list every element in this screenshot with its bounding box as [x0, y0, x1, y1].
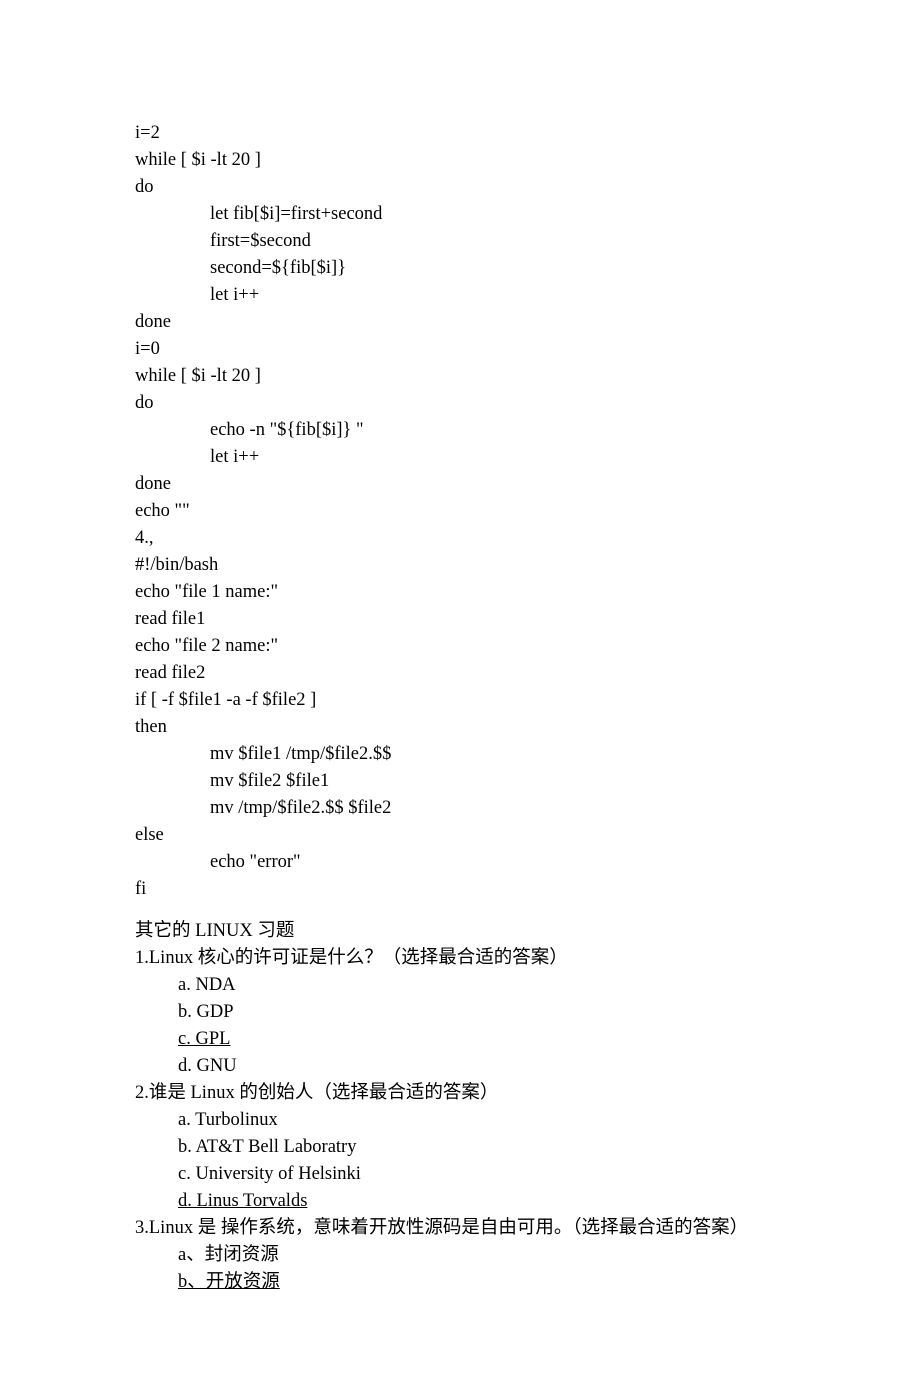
question-3: 3.Linux 是 操作系统，意味着开放性源码是自由可用。（选择最合适的答案）	[135, 1215, 785, 1242]
question-2: 2.谁是 Linux 的创始人（选择最合适的答案）	[135, 1080, 785, 1107]
code-line: do	[135, 174, 785, 201]
option-1a: a. NDA	[135, 972, 785, 999]
option-2d-answer: d. Linus Torvalds	[135, 1188, 785, 1215]
code-line: echo ""	[135, 498, 785, 525]
code-line: mv $file2 $file1	[135, 768, 785, 795]
code-line: let i++	[135, 444, 785, 471]
heading-text-en: LINUX	[195, 921, 257, 941]
option-2c: c. University of Helsinki	[135, 1161, 785, 1188]
code-line: echo "file 1 name:"	[135, 579, 785, 606]
code-line: do	[135, 390, 785, 417]
code-line: let fib[$i]=first+second	[135, 201, 785, 228]
code-line: mv $file1 /tmp/$file2.$$	[135, 741, 785, 768]
code-line: let i++	[135, 282, 785, 309]
code-line: i=2	[135, 120, 785, 147]
code-line: #!/bin/bash	[135, 552, 785, 579]
code-line: while [ $i -lt 20 ]	[135, 363, 785, 390]
question-1: 1.Linux 核心的许可证是什么？（选择最合适的答案）	[135, 945, 785, 972]
code-line: done	[135, 309, 785, 336]
code-line: second=${fib[$i]}	[135, 255, 785, 282]
code-line: else	[135, 822, 785, 849]
section-heading: 其它的 LINUX 习题	[135, 918, 785, 945]
heading-text-zh2: 习题	[257, 921, 294, 941]
option-1b: b. GDP	[135, 999, 785, 1026]
document-page: i=2 while [ $i -lt 20 ] do let fib[$i]=f…	[0, 0, 920, 1376]
code-line: echo "file 2 name:"	[135, 633, 785, 660]
option-3a: a、封闭资源	[135, 1242, 785, 1269]
code-line: 4.,	[135, 525, 785, 552]
code-line: read file2	[135, 660, 785, 687]
option-1c-answer: c. GPL	[135, 1026, 785, 1053]
spacer	[135, 903, 785, 918]
code-line: then	[135, 714, 785, 741]
code-line: first=$second	[135, 228, 785, 255]
code-line: fi	[135, 876, 785, 903]
code-line: read file1	[135, 606, 785, 633]
option-2a: a. Turbolinux	[135, 1107, 785, 1134]
code-line: echo "error"	[135, 849, 785, 876]
code-line: if [ -f $file1 -a -f $file2 ]	[135, 687, 785, 714]
code-line: while [ $i -lt 20 ]	[135, 147, 785, 174]
option-3b-answer: b、开放资源	[135, 1269, 785, 1296]
option-2b: b. AT&T Bell Laboratry	[135, 1134, 785, 1161]
code-line: done	[135, 471, 785, 498]
code-line: mv /tmp/$file2.$$ $file2	[135, 795, 785, 822]
code-line: i=0	[135, 336, 785, 363]
code-line: echo -n "${fib[$i]} "	[135, 417, 785, 444]
option-1d: d. GNU	[135, 1053, 785, 1080]
heading-text-zh: 其它的	[135, 921, 195, 941]
